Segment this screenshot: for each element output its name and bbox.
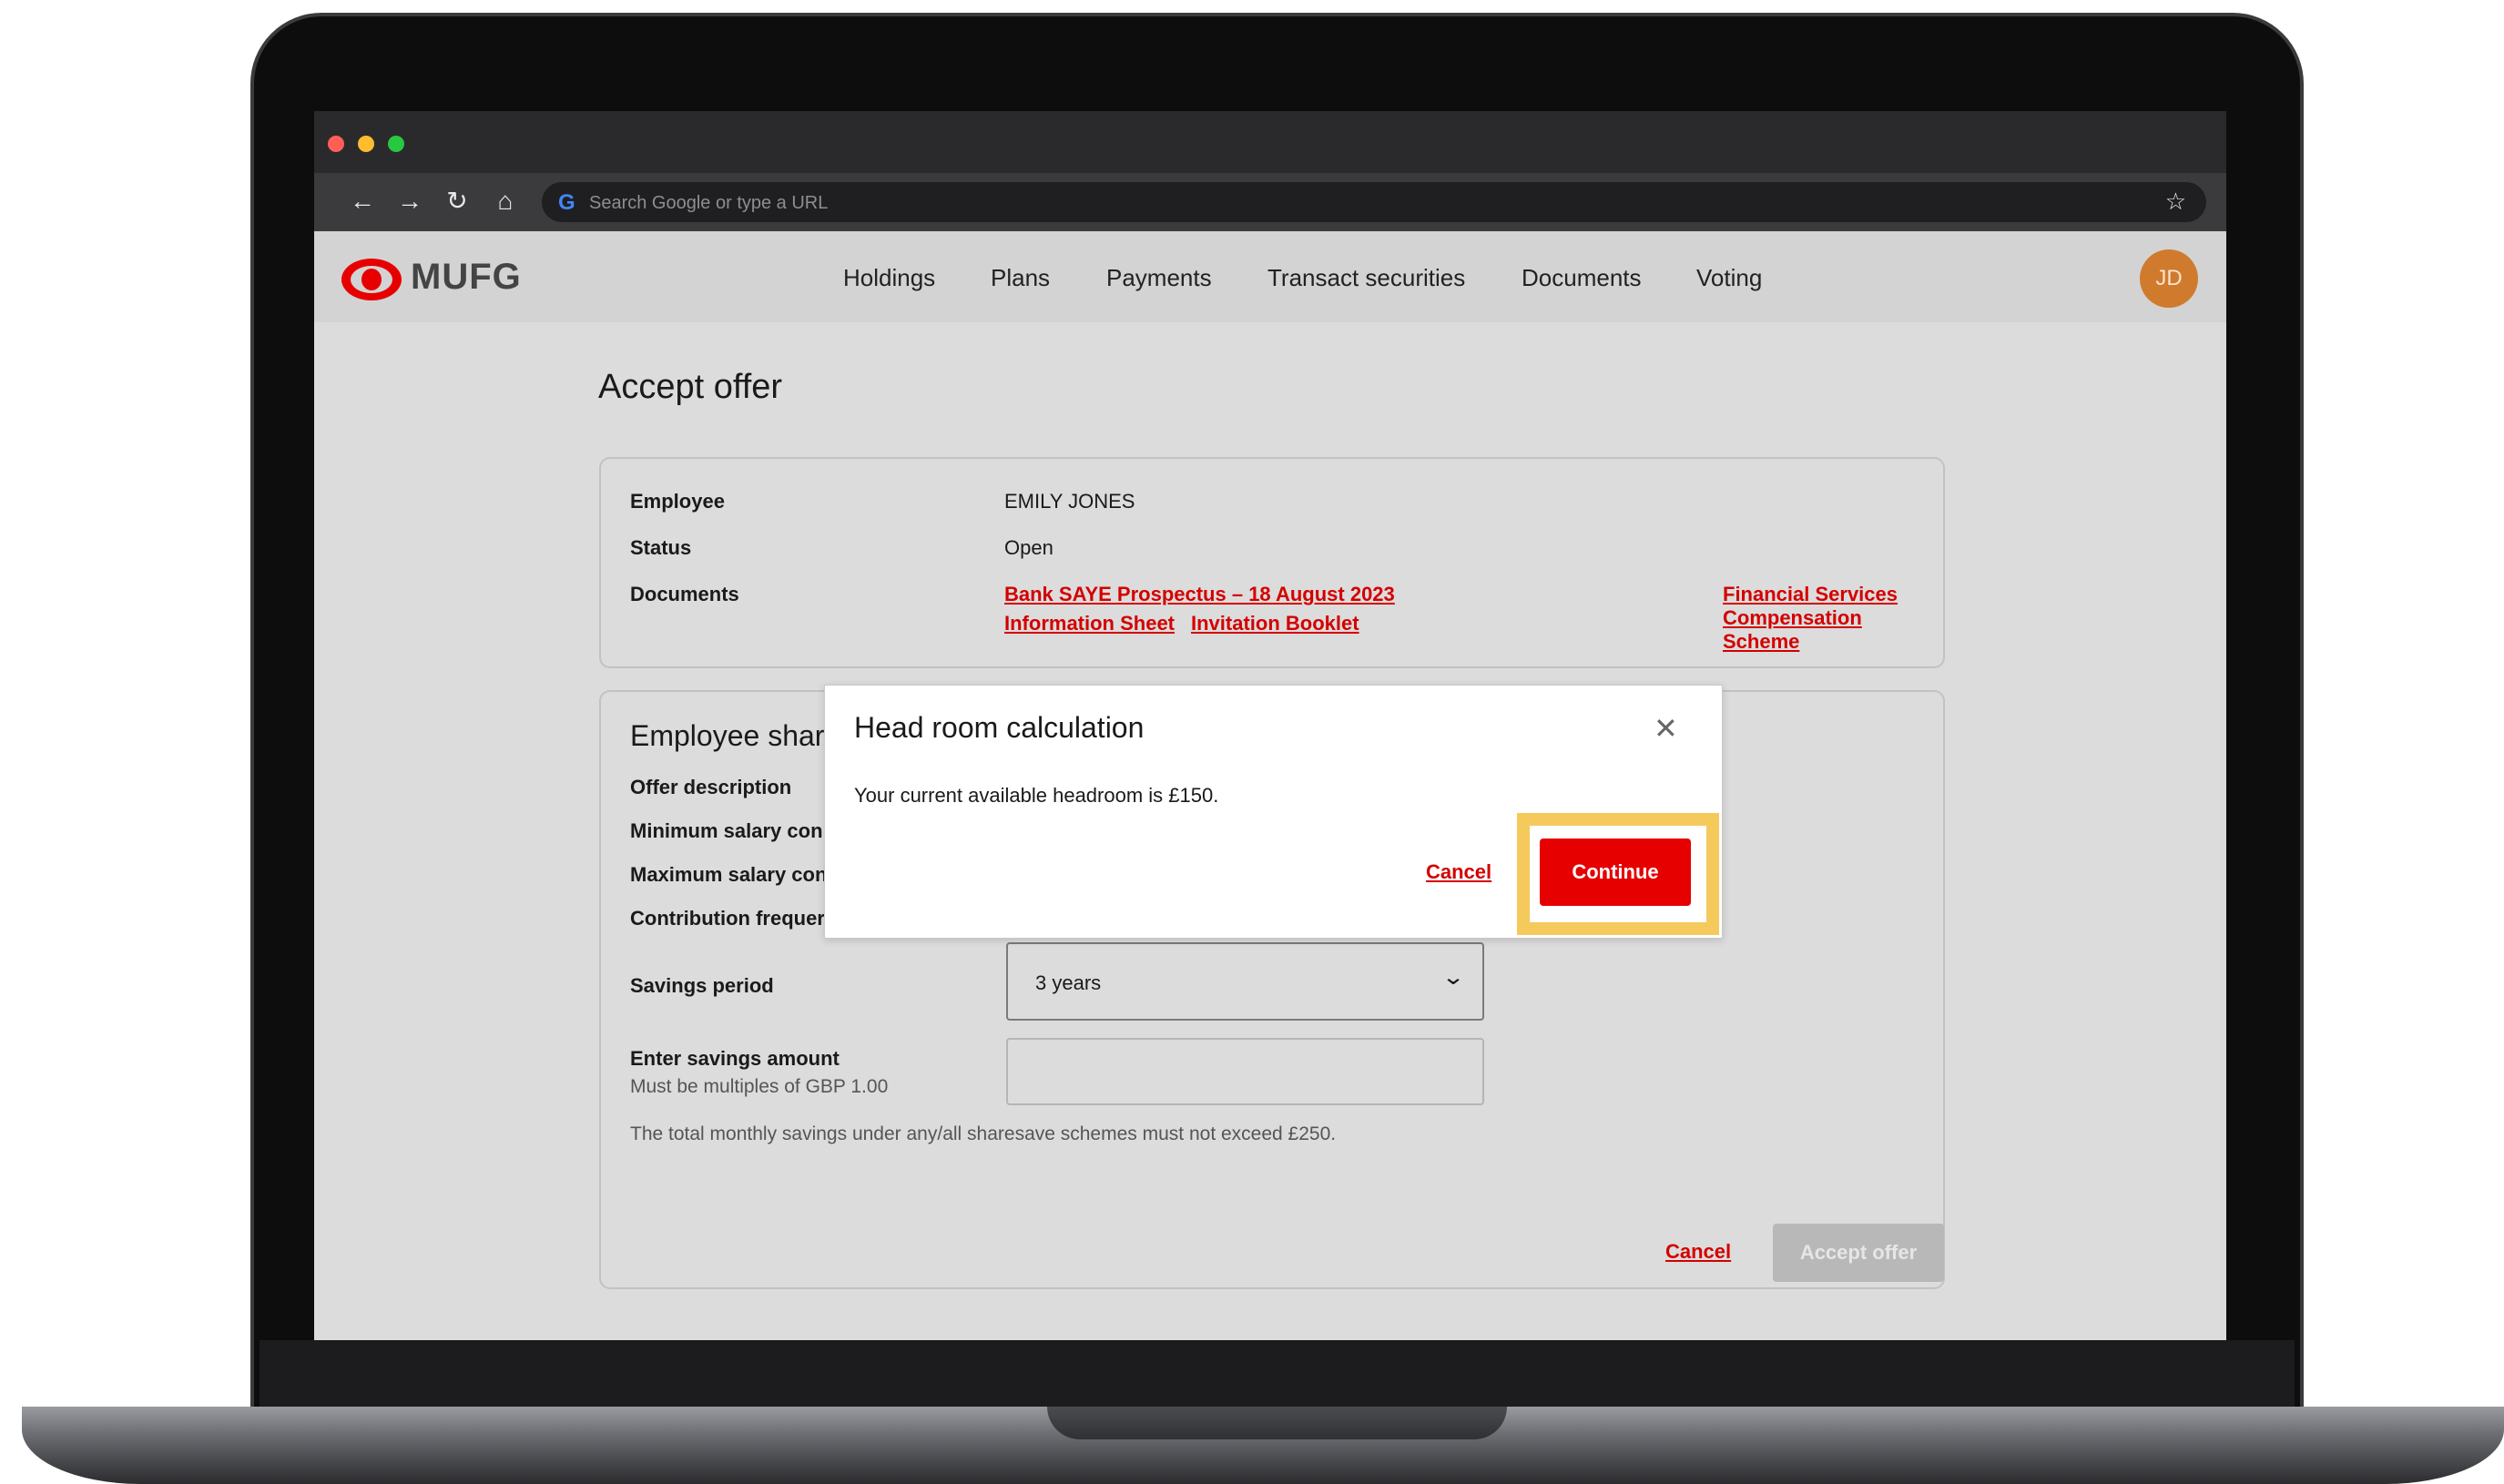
status-value: Open [1004, 536, 1054, 559]
modal-title: Head room calculation [854, 711, 1145, 744]
employee-value: EMILY JONES [1004, 490, 1135, 513]
avatar[interactable]: JD [2140, 249, 2198, 308]
maximum-salary-label: Maximum salary con [630, 863, 828, 886]
document-link-information-sheet[interactable]: Information Sheet [1004, 612, 1175, 635]
home-icon[interactable]: ⌂ [490, 186, 521, 217]
app-header: MUFG Holdings Plans Payments Transact se… [314, 231, 2226, 322]
modal-cancel-link[interactable]: Cancel [1426, 860, 1491, 884]
nav-payments[interactable]: Payments [1106, 264, 1212, 292]
nav-transact-securities[interactable]: Transact securities [1267, 264, 1465, 292]
offer-summary-card: Employee EMILY JONES Status Open Documen… [599, 457, 1945, 668]
savings-amount-hint: Must be multiples of GBP 1.00 [630, 1076, 889, 1097]
savings-period-label: Savings period [630, 974, 774, 997]
google-icon: G [558, 190, 575, 215]
savings-period-value: 3 years [1035, 971, 1102, 994]
maximize-window-dot[interactable] [388, 136, 404, 152]
browser-toolbar: ← → ↻ ⌂ G Search Google or type a URL ☆ [314, 173, 2226, 231]
nav-documents[interactable]: Documents [1522, 264, 1642, 292]
reload-icon[interactable]: ↻ [442, 186, 473, 217]
continue-button[interactable]: Continue [1540, 839, 1691, 906]
address-bar-placeholder: Search Google or type a URL [589, 193, 829, 213]
scheme-card-title: Employee shar [630, 719, 825, 752]
browser-screen: ← → ↻ ⌂ G Search Google or type a URL ☆ … [314, 111, 2226, 1340]
back-icon[interactable]: ← [347, 186, 378, 217]
savings-limit-note: The total monthly savings under any/all … [630, 1123, 1337, 1144]
headroom-modal: Head room calculation ✕ Your current ava… [824, 685, 1723, 939]
mufg-logo-icon [341, 259, 402, 300]
status-label: Status [630, 536, 692, 559]
document-link-invitation-booklet[interactable]: Invitation Booklet [1191, 612, 1359, 635]
document-link-fscs[interactable]: Financial Services Compensation Scheme [1723, 583, 1943, 654]
minimum-salary-label: Minimum salary con [630, 819, 823, 842]
nav-voting[interactable]: Voting [1696, 264, 1762, 292]
document-link-prospectus[interactable]: Bank SAYE Prospectus – 18 August 2023 [1004, 583, 1395, 606]
savings-amount-input[interactable] [1006, 1038, 1484, 1105]
chevron-down-icon: ⌄ [1440, 965, 1466, 990]
minimize-window-dot[interactable] [358, 136, 374, 152]
modal-body-text: Your current available headroom is £150. [854, 784, 1219, 807]
nav-holdings[interactable]: Holdings [843, 264, 935, 292]
documents-label: Documents [630, 583, 739, 605]
address-bar[interactable]: G Search Google or type a URL ☆ [542, 182, 2206, 222]
accept-offer-button[interactable]: Accept offer [1773, 1224, 1944, 1282]
laptop-bezel [260, 1340, 2295, 1411]
bookmark-star-icon[interactable]: ☆ [2165, 188, 2186, 216]
savings-amount-label: Enter savings amount [630, 1047, 840, 1070]
savings-period-select[interactable]: 3 years ⌄ [1006, 942, 1484, 1021]
offer-description-label: Offer description [630, 776, 792, 798]
employee-label: Employee [630, 490, 725, 513]
browser-tabbar [314, 111, 2226, 173]
forward-icon[interactable]: → [394, 186, 425, 217]
contribution-frequency-label: Contribution frequer [630, 907, 825, 930]
logo-text: MUFG [411, 257, 522, 297]
close-window-dot[interactable] [328, 136, 344, 152]
close-icon[interactable]: ✕ [1654, 711, 1678, 746]
nav-plans[interactable]: Plans [991, 264, 1050, 292]
cancel-link[interactable]: Cancel [1665, 1240, 1731, 1264]
page-title: Accept offer [598, 368, 783, 406]
laptop-notch [1047, 1407, 1507, 1439]
